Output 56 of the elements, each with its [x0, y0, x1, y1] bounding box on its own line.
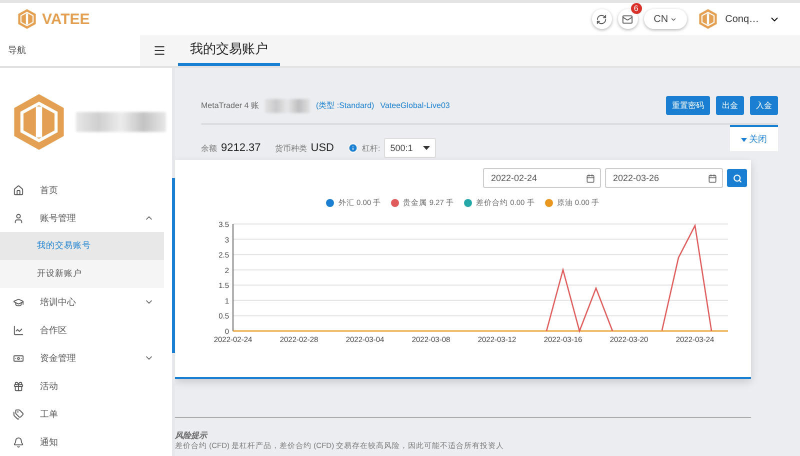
page-tab[interactable]: 我的交易账户 — [178, 35, 280, 66]
caret-icon — [741, 138, 747, 142]
sidebar-item[interactable]: 通知 — [0, 428, 172, 456]
date-field[interactable]: 2022-02-24 — [483, 168, 601, 188]
sidebar-subitem[interactable]: 我的交易账号 — [0, 232, 164, 260]
avatar-icon — [697, 8, 720, 30]
refresh-button[interactable] — [592, 9, 612, 29]
caret-icon — [423, 146, 430, 150]
sidebar-item[interactable]: 合作区 — [0, 316, 172, 344]
scrollbar[interactable] — [172, 178, 175, 353]
calendar-icon — [586, 174, 595, 182]
sidebar-item[interactable]: 资金管理 — [0, 344, 172, 372]
balance-label: 余额 — [201, 142, 217, 154]
server-link[interactable]: VateeGlobal-Live03 — [380, 101, 450, 110]
action-button[interactable]: 重置密码 — [666, 96, 710, 115]
user-name[interactable]: Conq… — [725, 14, 759, 24]
sidebar-item[interactable]: 培训中心 — [0, 288, 172, 316]
refresh-icon — [596, 14, 608, 24]
account-type-link[interactable]: (类型 :Standard) — [316, 100, 374, 111]
language-dropdown[interactable]: CN — [644, 9, 688, 29]
leverage-label: 杠杆: — [362, 142, 380, 154]
mail-icon — [622, 14, 634, 24]
line-chart-icon — [13, 324, 24, 336]
currency-value: USD — [310, 142, 334, 154]
sidebar-item[interactable]: 首页 — [0, 176, 172, 204]
home-icon — [13, 184, 24, 196]
notification-badge: 6 — [630, 3, 642, 14]
graduation-cap-icon — [13, 296, 24, 308]
sidebar-subitem[interactable]: 开设新账户 — [0, 260, 164, 288]
date-field[interactable]: 2022-03-26 — [605, 168, 723, 188]
action-button[interactable]: 入金 — [750, 96, 778, 115]
redacted-account-number — [264, 98, 310, 112]
search-button[interactable] — [727, 169, 747, 187]
banknote-icon — [13, 352, 24, 364]
sidebar-item[interactable]: 活动 — [0, 372, 172, 400]
bell-icon — [13, 436, 24, 448]
collapse-button[interactable]: 关闭 — [730, 125, 778, 151]
action-button[interactable]: 出金 — [716, 96, 744, 115]
user-icon — [13, 212, 24, 224]
info-icon[interactable] — [348, 143, 358, 153]
logo-text: VATEE — [42, 10, 90, 28]
sidebar-item[interactable]: 工单 — [0, 400, 172, 428]
nav-label: 导航 — [0, 35, 140, 66]
menu-icon — [152, 44, 166, 57]
sidebar-item[interactable]: 账号管理 — [0, 204, 172, 232]
tags-icon — [13, 408, 24, 420]
search-icon — [732, 174, 742, 182]
chevron-down-icon — [670, 16, 678, 22]
hexagon-logo-icon — [16, 8, 38, 30]
currency-label: 货币种类 — [274, 142, 307, 154]
calendar-icon — [708, 174, 717, 182]
risk-title: 风险提示 — [175, 430, 209, 441]
gift-icon — [13, 380, 24, 392]
account-label: MetaTrader 4 账 — [201, 100, 259, 111]
balance-value: 9212.37 — [221, 142, 261, 154]
leverage-select[interactable]: 500:1 — [384, 138, 436, 158]
